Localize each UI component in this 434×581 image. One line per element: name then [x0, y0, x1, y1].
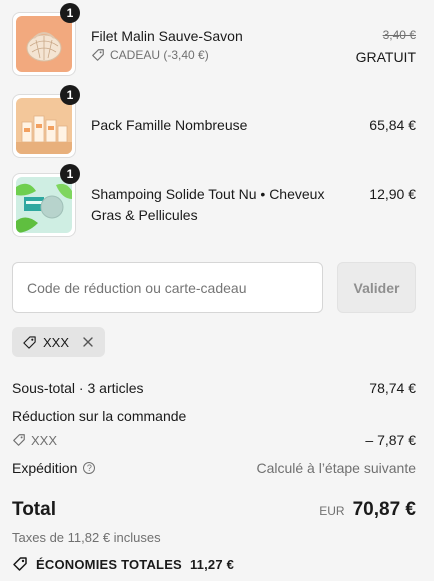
savings-value: 11,27 € — [189, 556, 234, 572]
line-item-shampoing: 1 Shampoing Solide Tout Nu • Cheveux Gra… — [12, 164, 416, 237]
savings-label: ÉCONOMIES TOTALES — [36, 556, 182, 572]
shipping-value: Calculé à l’étape suivante — [256, 460, 416, 476]
order-discount-row: Réduction sur la commande — [12, 408, 416, 424]
product-name-line2: Gras & Pellicules — [91, 207, 198, 223]
apply-discount-button[interactable]: Valider — [337, 262, 416, 313]
shampoing-image — [16, 177, 72, 233]
subtotal-value: 78,74 € — [369, 380, 416, 396]
help-icon[interactable]: ? — [83, 462, 96, 474]
applied-code-label: XXX — [43, 334, 70, 350]
total-value: 70,87 € — [352, 499, 416, 520]
order-discount-value: – 7,87 € — [365, 432, 416, 448]
shipping-label-group: Expédition ? — [12, 460, 96, 476]
shipping-row: Expédition ? Calculé à l’étape suivante — [12, 460, 416, 476]
product-price: 12,90 € — [369, 186, 416, 202]
tag-icon — [92, 49, 104, 61]
pack-image — [16, 98, 72, 154]
gift-discount: CADEAU (-3,40 €) — [91, 48, 209, 62]
total-value-group: EUR 70,87 € — [319, 499, 416, 521]
order-discount-code-row: XXX – 7,87 € — [12, 432, 416, 448]
discount-code-input[interactable] — [12, 262, 323, 313]
tag-icon — [23, 335, 36, 349]
remove-code-icon[interactable] — [81, 335, 95, 349]
line-item-filet: 1 Filet Malin Sauve-Savon CADEAU (-3,40 … — [12, 3, 416, 76]
taxes-label: Taxes de 11,82 € incluses — [12, 530, 161, 545]
total-row: Total EUR 70,87 € — [12, 499, 416, 521]
applied-code-chip: XXX — [12, 327, 106, 357]
tag-icon — [13, 434, 25, 446]
filet-image — [16, 16, 72, 72]
total-label: Total — [12, 499, 56, 520]
subtotal-row: Sous-total · 3 articles 78,74 € — [12, 380, 416, 396]
product-price: GRATUIT — [355, 49, 416, 65]
tag-icon — [13, 557, 27, 571]
original-price: 3,40 € — [383, 26, 416, 43]
gift-discount-label: CADEAU (-3,40 €) — [110, 48, 209, 62]
taxes-row: Taxes de 11,82 € incluses — [12, 530, 416, 545]
total-savings: ÉCONOMIES TOTALES 11,27 € — [12, 556, 234, 572]
quantity-badge: 1 — [60, 164, 80, 184]
quantity-badge: 1 — [60, 85, 80, 105]
product-name: Filet Malin Sauve-Savon — [91, 28, 243, 44]
quantity-badge: 1 — [60, 3, 80, 23]
order-discount-code: XXX — [12, 433, 57, 448]
shipping-label: Expédition — [12, 460, 78, 476]
currency-code: EUR — [319, 504, 345, 518]
savings-row: ÉCONOMIES TOTALES 11,27 € — [12, 556, 416, 572]
original-price-value: 3,40 € — [382, 28, 416, 42]
subtotal-label: Sous-total · 3 articles — [12, 380, 144, 396]
product-name-line1: Shampoing Solide Tout Nu • Cheveux — [91, 186, 325, 202]
order-discount-label: Réduction sur la commande — [12, 408, 187, 424]
order-discount-code-label: XXX — [31, 432, 58, 448]
line-item-pack: 1 Pack Famille Nombreuse 65,84 € — [12, 85, 416, 158]
product-name: Pack Famille Nombreuse — [91, 117, 248, 133]
product-price: 65,84 € — [369, 117, 416, 133]
product-name: Shampoing Solide Tout Nu • Cheveux Gras … — [91, 184, 324, 226]
